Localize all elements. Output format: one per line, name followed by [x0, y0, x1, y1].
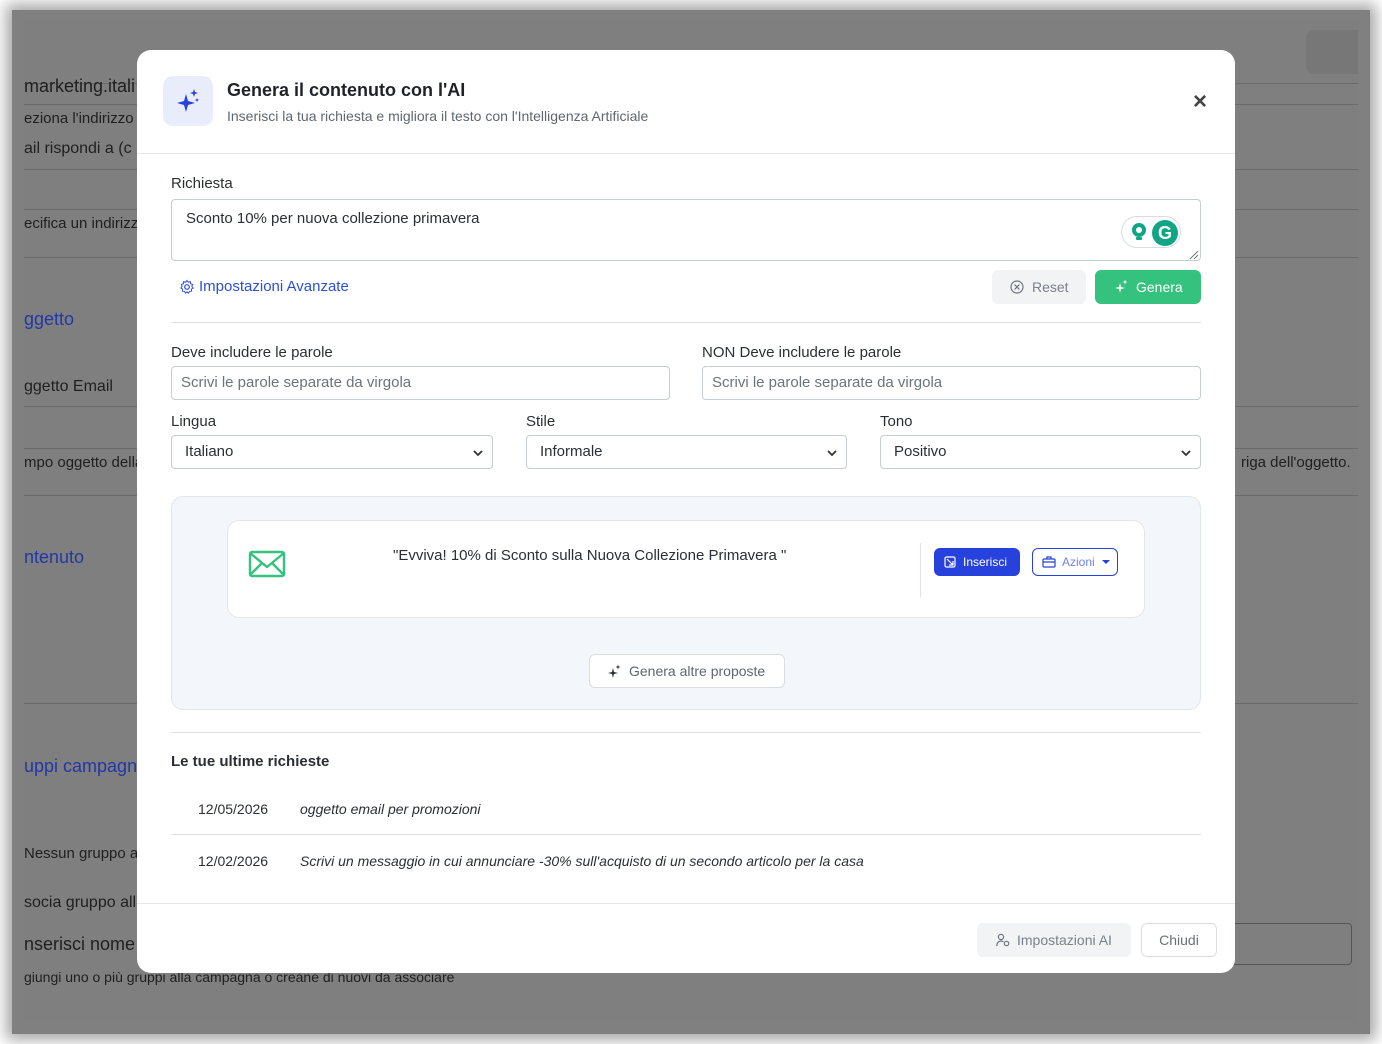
include-words-placeholder: Scrivi le parole separate da virgola — [181, 374, 412, 391]
bg-text: riga dell'oggetto. — [1241, 454, 1351, 471]
style-value: Informale — [540, 443, 603, 460]
divider — [171, 834, 1201, 835]
bg-text: ail rispondi a (c — [24, 140, 132, 157]
proposals-panel: "Evviva! 10% di Sconto sulla Nuova Colle… — [171, 496, 1201, 710]
writing-assistant-extension[interactable]: G — [1121, 216, 1181, 248]
user-gear-icon — [996, 933, 1010, 947]
sparkles-icon — [1115, 279, 1128, 293]
bg-text: ggetto Email — [24, 378, 113, 395]
insert-icon — [944, 556, 956, 568]
language-select[interactable]: Italiano — [171, 435, 493, 469]
include-words-input[interactable]: Scrivi le parole separate da virgola — [171, 366, 670, 400]
ai-settings-button[interactable]: Impostazioni AI — [977, 923, 1131, 957]
close-circle-icon — [1010, 280, 1024, 294]
actions-label: Azioni — [1062, 555, 1095, 569]
modal-header: Genera il contenuto con l'AI Inserisci l… — [137, 50, 1235, 154]
bg-text: marketing.itali — [24, 76, 136, 96]
chevron-down-icon — [1181, 450, 1191, 457]
divider — [171, 732, 1201, 733]
modal-title: Genera il contenuto con l'AI — [227, 80, 466, 100]
generate-more-label: Genera altre proposte — [629, 663, 766, 679]
history-query: oggetto email per promozioni — [300, 801, 481, 817]
modal-subtitle: Inserisci la tua richiesta e migliora il… — [227, 108, 649, 124]
proposal-text: "Evviva! 10% di Sconto sulla Nuova Colle… — [393, 547, 787, 564]
bg-text: eziona l'indirizzo — [24, 110, 134, 127]
bg-text: Nessun gruppo as — [24, 845, 146, 862]
sparkles-icon — [608, 664, 621, 678]
tone-label: Tono — [880, 413, 913, 430]
close-icon[interactable]: × — [1187, 90, 1213, 116]
history-title: Le tue ultime richieste — [171, 753, 330, 770]
advanced-settings-label: Impostazioni Avanzate — [199, 278, 349, 295]
style-label: Stile — [526, 413, 556, 430]
proposal-card: "Evviva! 10% di Sconto sulla Nuova Colle… — [227, 520, 1145, 618]
generate-label: Genera — [1136, 279, 1183, 295]
language-label: Lingua — [171, 413, 217, 430]
toolbox-icon — [1042, 556, 1056, 568]
history-date: 12/02/2026 — [198, 853, 269, 869]
request-label: Richiesta — [171, 175, 233, 192]
caret-down-icon — [1102, 560, 1110, 564]
exclude-words-label: NON Deve includere le parole — [702, 344, 902, 361]
bg-link: uppi campagn — [24, 756, 138, 776]
request-value: Sconto 10% per nuova collezione primaver… — [186, 210, 480, 227]
include-words-label: Deve includere le parole — [171, 344, 333, 361]
reset-label: Reset — [1032, 279, 1069, 295]
actions-dropdown-button[interactable]: Azioni — [1032, 548, 1118, 576]
history-item[interactable]: 12/02/2026 Scrivi un messaggio in cui an… — [171, 853, 1201, 903]
insert-label: Inserisci — [963, 555, 1008, 569]
screenshot-frame: marketing.itali eziona l'indirizzo ail r… — [0, 0, 1382, 1044]
store-button-bg — [1306, 30, 1358, 74]
insert-button[interactable]: Inserisci — [934, 548, 1020, 576]
tone-select[interactable]: Positivo — [880, 435, 1201, 469]
history-date: 12/05/2026 — [198, 801, 269, 817]
envelope-icon — [248, 550, 286, 578]
chevron-down-icon — [473, 450, 483, 457]
modal-footer: Impostazioni AI Chiudi — [137, 903, 1235, 973]
resize-handle-icon[interactable] — [1189, 250, 1199, 260]
divider — [171, 322, 1201, 323]
reset-button[interactable]: Reset — [992, 270, 1086, 304]
exclude-words-input[interactable]: Scrivi le parole separate da virgola — [702, 366, 1201, 400]
lightbulb-icon[interactable] — [1128, 221, 1150, 243]
bg-text: ecifica un indirizzo — [24, 215, 147, 232]
bg-link: ntenuto — [24, 547, 85, 567]
language-value: Italiano — [185, 443, 234, 460]
generate-button[interactable]: Genera — [1095, 270, 1201, 304]
exclude-words-placeholder: Scrivi le parole separate da virgola — [712, 374, 943, 391]
tone-value: Positivo — [894, 443, 947, 460]
generate-more-button[interactable]: Genera altre proposte — [589, 654, 785, 688]
request-textarea[interactable]: Sconto 10% per nuova collezione primaver… — [171, 199, 1201, 261]
ai-settings-label: Impostazioni AI — [1017, 932, 1112, 948]
bg-link: ggetto — [24, 309, 75, 329]
history-query: Scrivi un messaggio in cui annunciare -3… — [300, 853, 864, 869]
bg-text: nserisci nome — [24, 934, 136, 954]
bg-input — [1224, 923, 1352, 965]
style-select[interactable]: Informale — [526, 435, 847, 469]
bg-text: socia gruppo all — [24, 894, 137, 911]
history-item[interactable]: 12/05/2026 oggetto email per promozioni — [171, 801, 1201, 851]
gear-icon — [180, 279, 194, 295]
sparkles-icon — [163, 76, 213, 126]
bg-text: mpo oggetto della — [24, 454, 144, 471]
ai-content-modal: Genera il contenuto con l'AI Inserisci l… — [137, 50, 1235, 973]
grammarly-icon[interactable]: G — [1152, 220, 1178, 246]
close-button[interactable]: Chiudi — [1141, 923, 1217, 957]
separator — [920, 543, 921, 597]
chevron-down-icon — [827, 450, 837, 457]
